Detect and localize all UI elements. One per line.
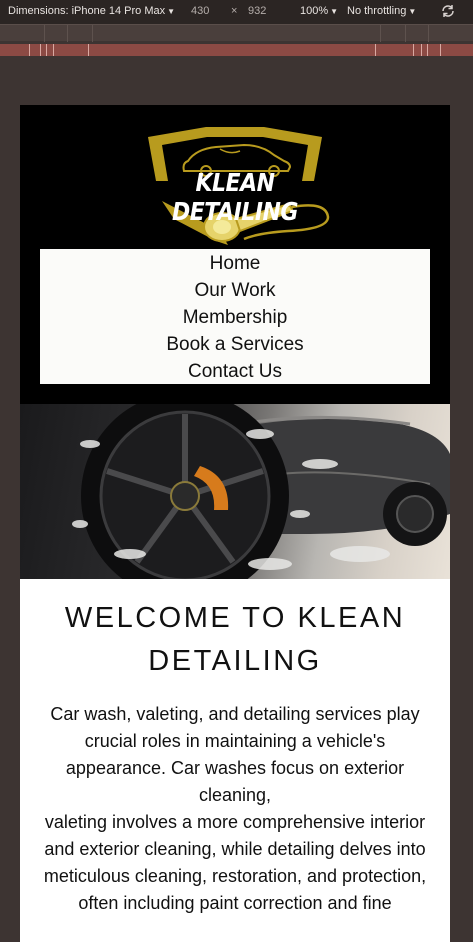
throttling-select[interactable]: No throttling ▼ — [347, 5, 416, 17]
devtools-toolbar: Dimensions: iPhone 14 Pro Max ▼ 430 × 932… — [0, 0, 473, 24]
nav-link-home[interactable]: Home — [40, 250, 430, 277]
media-query-bar[interactable] — [0, 24, 473, 42]
welcome-section: WELCOME TO KLEAN DETAILING Car wash, val… — [20, 579, 450, 942]
rotate-icon[interactable] — [440, 3, 456, 22]
logo-text: KLEAN DETAILING — [172, 169, 298, 227]
hero-image — [20, 404, 450, 579]
media-query-segment[interactable] — [67, 25, 68, 42]
ruler-tick — [375, 44, 376, 56]
height-input[interactable]: 932 — [248, 5, 266, 17]
media-query-segment[interactable] — [92, 25, 93, 42]
ruler-tick — [40, 44, 41, 56]
intro-paragraph: Car wash, valeting, and detailing servic… — [50, 704, 420, 805]
page-title: WELCOME TO KLEAN DETAILING — [64, 602, 406, 677]
zoom-select[interactable]: 100% ▼ — [300, 5, 338, 17]
ruler-tick — [46, 44, 47, 56]
main-nav: Home Our Work Membership Book a Services… — [40, 249, 430, 384]
nav-link-membership[interactable]: Membership — [40, 304, 430, 331]
media-query-segment[interactable] — [405, 25, 406, 42]
chevron-down-icon: ▼ — [167, 7, 176, 16]
chevron-down-icon: ▼ — [408, 7, 417, 16]
ruler-tick — [88, 44, 89, 56]
zoom-label: 100% — [300, 5, 329, 17]
intro-paragraph: often including paint correction and fin… — [78, 893, 392, 913]
ruler-tick — [53, 44, 54, 56]
ruler-tick — [413, 44, 414, 56]
media-query-segment[interactable] — [428, 25, 429, 42]
media-query-segment[interactable] — [44, 25, 45, 42]
ruler-tick — [440, 44, 441, 56]
nav-link-contact-us[interactable]: Contact Us — [40, 358, 430, 385]
width-input[interactable]: 430 — [191, 5, 209, 17]
device-viewport: KLEAN DETAILING Home Our Work Membership… — [20, 105, 450, 942]
media-query-segment[interactable] — [380, 25, 381, 42]
chevron-down-icon: ▼ — [330, 7, 339, 16]
site-header: KLEAN DETAILING Home Our Work Membership… — [20, 105, 450, 404]
ruler-tick — [421, 44, 422, 56]
intro-text: Car wash, valeting, and detailing servic… — [34, 701, 436, 917]
times-separator: × — [231, 5, 238, 17]
ruler-tick — [427, 44, 428, 56]
throttling-label: No throttling — [347, 5, 407, 17]
ruler-tick — [29, 44, 30, 56]
klean-detailing-logo[interactable]: KLEAN DETAILING — [136, 123, 334, 247]
intro-paragraph: valeting involves a more comprehensive i… — [43, 812, 427, 886]
device-dimensions-label: Dimensions: iPhone 14 Pro Max — [8, 5, 166, 17]
nav-link-our-work[interactable]: Our Work — [40, 277, 430, 304]
device-dimensions-select[interactable]: Dimensions: iPhone 14 Pro Max ▼ — [8, 5, 175, 17]
nav-link-book-services[interactable]: Book a Services — [40, 331, 430, 358]
ruler — [0, 44, 473, 56]
